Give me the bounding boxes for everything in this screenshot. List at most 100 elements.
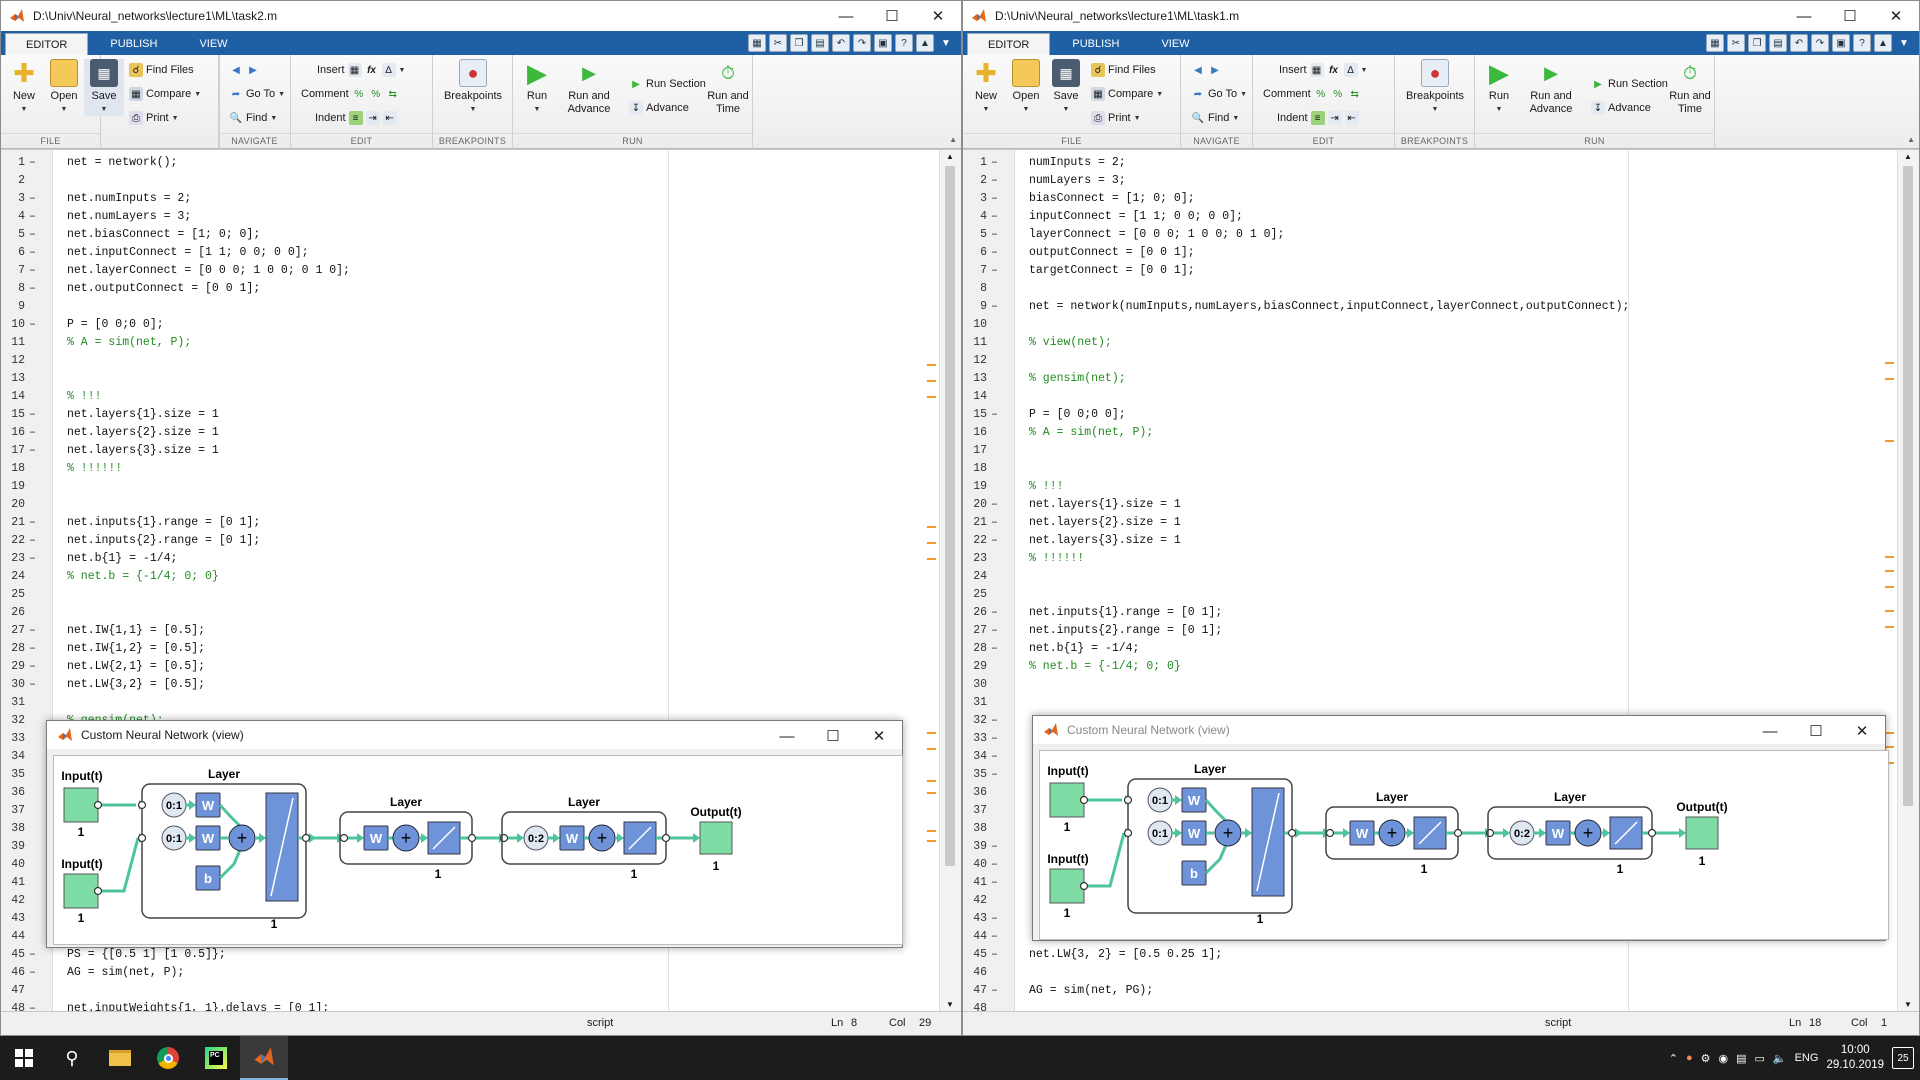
comment-button[interactable]: Comment%% ⇆ — [1263, 85, 1362, 103]
run-section-button[interactable]: ▶ Run Section — [1591, 75, 1668, 93]
redo-icon[interactable]: ↷ — [853, 34, 871, 52]
insert-button[interactable]: Insert ▦ fx ∆ ▼ — [1279, 61, 1367, 79]
code-line[interactable]: 5– layerConnect = [0 0 0; 1 0 0; 0 1 0]; — [963, 226, 1895, 244]
code-line[interactable]: 1– net = network(); — [1, 154, 937, 172]
code-line[interactable]: 5– net.biasConnect = [1; 0; 0]; — [1, 226, 937, 244]
executable-marker[interactable]: – — [991, 640, 998, 658]
find-button[interactable]: 🔍 Find ▼ — [229, 109, 278, 127]
executable-marker[interactable]: – — [29, 262, 36, 280]
maximize-button[interactable]: ☐ — [869, 1, 915, 31]
run-button[interactable]: ▶ Run ▼ — [517, 59, 557, 116]
maximize-button[interactable]: ☐ — [1827, 1, 1873, 31]
executable-marker[interactable]: – — [29, 316, 36, 334]
executable-marker[interactable]: – — [991, 622, 998, 640]
code-line[interactable]: 24 — [963, 568, 1895, 586]
save-button[interactable]: ▦ Save ▼ — [1046, 59, 1086, 116]
comment-button[interactable]: Comment%% ⇆ — [301, 85, 400, 103]
code-line[interactable]: 21– net.layers{2}.size = 1 — [963, 514, 1895, 532]
save-icon[interactable]: ▦ — [748, 34, 766, 52]
breakpoints-button[interactable]: ● Breakpoints ▼ — [1401, 59, 1469, 116]
executable-marker[interactable]: – — [991, 208, 998, 226]
code-line[interactable]: 24 % net.b = {-1/4; 0; 0} — [1, 568, 937, 586]
executable-marker[interactable]: – — [29, 424, 36, 442]
windows-start-icon[interactable] — [0, 1036, 48, 1080]
switch-windows-icon[interactable]: ▣ — [874, 34, 892, 52]
code-line[interactable]: 14 % !!! — [1, 388, 937, 406]
language-indicator[interactable]: ENG — [1795, 1052, 1819, 1064]
copy-icon[interactable]: ❐ — [790, 34, 808, 52]
executable-marker[interactable]: – — [991, 730, 998, 748]
code-line[interactable]: 19 % !!! — [963, 478, 1895, 496]
executable-marker[interactable]: – — [991, 604, 998, 622]
close-button[interactable]: ✕ — [1873, 1, 1919, 31]
minimize-button[interactable]: — — [1747, 716, 1793, 746]
executable-marker[interactable]: – — [991, 928, 998, 946]
close-button[interactable]: ✕ — [1839, 716, 1885, 746]
code-line[interactable]: 45– net.LW{3, 2} = [0.5 0.25 1]; — [963, 946, 1895, 964]
executable-marker[interactable]: – — [29, 550, 36, 568]
executable-marker[interactable]: – — [29, 946, 36, 964]
code-line[interactable]: 20– net.layers{1}.size = 1 — [963, 496, 1895, 514]
file-explorer-icon[interactable] — [96, 1036, 144, 1080]
code-line[interactable]: 45– PS = {[0.5 1] [1 0.5]}; — [1, 946, 937, 964]
code-line[interactable]: 10– P = [0 0;0 0]; — [1, 316, 937, 334]
close-button[interactable]: ✕ — [856, 721, 902, 751]
tab-view[interactable]: VIEW — [179, 33, 247, 55]
insert-button[interactable]: Insert ▦ fx ∆ ▼ — [317, 61, 405, 79]
run-and-advance-button[interactable]: ▶ Run and Advance — [1525, 59, 1577, 116]
code-line[interactable]: 28– net.IW{1,2} = [0.5]; — [1, 640, 937, 658]
code-line[interactable]: 9 — [1, 298, 937, 316]
code-line[interactable]: 25 — [963, 586, 1895, 604]
executable-marker[interactable]: – — [991, 406, 998, 424]
find-button[interactable]: 🔍 Find ▼ — [1191, 109, 1240, 127]
copy-icon[interactable]: ❐ — [1748, 34, 1766, 52]
code-line[interactable]: 4– net.numLayers = 3; — [1, 208, 937, 226]
executable-marker[interactable]: – — [29, 226, 36, 244]
executable-marker[interactable]: – — [29, 532, 36, 550]
code-line[interactable]: 11 % A = sim(net, P); — [1, 334, 937, 352]
battery-icon[interactable]: ▭ — [1754, 1052, 1764, 1065]
code-line[interactable]: 13 — [1, 370, 937, 388]
save-icon[interactable]: ▦ — [1706, 34, 1724, 52]
code-line[interactable]: 12 — [1, 352, 937, 370]
paste-icon[interactable]: ▤ — [1769, 34, 1787, 52]
minimize-toolstrip-icon[interactable]: ▲ — [1874, 34, 1892, 52]
code-line[interactable]: 31 — [963, 694, 1895, 712]
code-line[interactable]: 22– net.layers{3}.size = 1 — [963, 532, 1895, 550]
executable-marker[interactable]: – — [29, 622, 36, 640]
executable-marker[interactable]: – — [29, 154, 36, 172]
options-icon[interactable]: ▼ — [1895, 34, 1913, 52]
code-line[interactable]: 27– net.inputs{2}.range = [0 1]; — [963, 622, 1895, 640]
executable-marker[interactable]: – — [991, 190, 998, 208]
run-section-button[interactable]: ▶ Run Section — [629, 75, 706, 93]
cut-icon[interactable]: ✂ — [769, 34, 787, 52]
code-line[interactable]: 8 — [963, 280, 1895, 298]
code-line[interactable]: 23 % !!!!!! — [963, 550, 1895, 568]
scroll-thumb[interactable] — [945, 166, 955, 866]
code-line[interactable]: 2 — [1, 172, 937, 190]
minimize-button[interactable]: — — [1781, 1, 1827, 31]
nav-arrows[interactable]: ◀ ▶ — [229, 61, 260, 79]
code-line[interactable]: 29 % net.b = {-1/4; 0; 0} — [963, 658, 1895, 676]
code-line[interactable]: 13 % gensim(net); — [963, 370, 1895, 388]
scroll-down-icon[interactable]: ▼ — [946, 1000, 954, 1009]
network-icon[interactable]: ▤ — [1736, 1052, 1746, 1065]
executable-marker[interactable]: – — [991, 838, 998, 856]
run-button[interactable]: ▶ Run ▼ — [1479, 59, 1519, 116]
code-line[interactable]: 21– net.inputs{1}.range = [0 1]; — [1, 514, 937, 532]
code-line[interactable]: 10 — [963, 316, 1895, 334]
code-line[interactable]: 30– net.LW{3,2} = [0.5]; — [1, 676, 937, 694]
scroll-up-icon[interactable]: ▲ — [946, 152, 954, 161]
new-button[interactable]: ✚ New ▼ — [966, 59, 1006, 116]
code-line[interactable]: 6– outputConnect = [0 0 1]; — [963, 244, 1895, 262]
run-and-advance-button[interactable]: ▶ Run and Advance — [563, 59, 615, 116]
minimize-button[interactable]: — — [764, 721, 810, 751]
executable-marker[interactable]: – — [991, 172, 998, 190]
executable-marker[interactable]: – — [29, 208, 36, 226]
tab-publish[interactable]: PUBLISH — [1052, 33, 1139, 55]
code-line[interactable]: 20 — [1, 496, 937, 514]
close-button[interactable]: ✕ — [915, 1, 961, 31]
print-button[interactable]: ⎙ Print ▼ — [1091, 109, 1141, 127]
switch-windows-icon[interactable]: ▣ — [1832, 34, 1850, 52]
code-line[interactable]: 8– net.outputConnect = [0 0 1]; — [1, 280, 937, 298]
